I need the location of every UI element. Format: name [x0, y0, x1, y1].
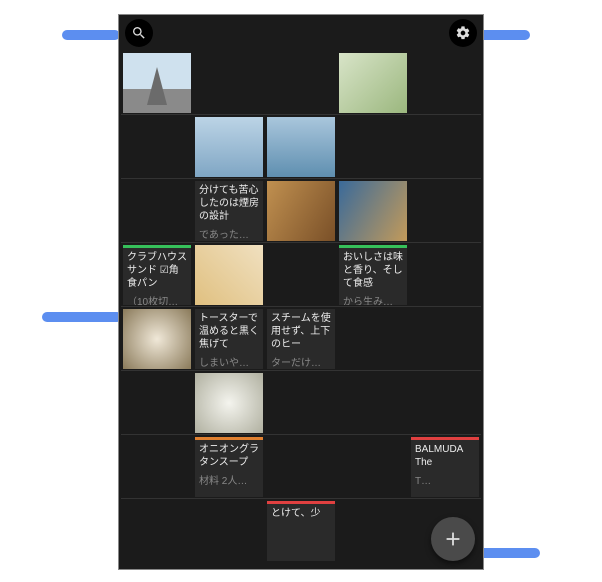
card-text-more: （10枚切… [123, 293, 191, 305]
text-card[interactable]: オニオングラタンスープ材料 2人… [195, 437, 263, 497]
image-card[interactable] [339, 181, 407, 241]
text-card[interactable]: スチームを使用せず、上下のヒーターだけ… [267, 309, 335, 369]
thumbnail-cathedral [123, 53, 191, 113]
image-card[interactable] [267, 181, 335, 241]
image-card[interactable] [195, 245, 263, 305]
thumbnail-market [339, 181, 407, 241]
plus-icon [442, 528, 464, 550]
card-text: BALMUDA The [411, 440, 479, 472]
thumbnail-pastry [123, 309, 191, 369]
text-card[interactable]: とけて、少 [267, 501, 335, 561]
card-text-more: 材料 2人… [195, 472, 263, 491]
thumbnail-arch2 [267, 117, 335, 177]
image-card[interactable] [123, 53, 191, 113]
text-card[interactable]: トースターで温めると黒く焦げてしまいや… [195, 309, 263, 369]
top-bar [119, 15, 483, 51]
image-card[interactable] [339, 53, 407, 113]
text-card[interactable]: おいしさは味と香り、そして食感から生み… [339, 245, 407, 305]
card-text: おいしさは味と香り、そして食感 [339, 248, 407, 293]
image-card[interactable] [195, 373, 263, 433]
search-button[interactable] [125, 19, 153, 47]
grid-row: とけて、少 [121, 499, 481, 563]
search-icon [131, 25, 147, 41]
thumbnail-garlic [195, 373, 263, 433]
grid-row: クラブハウスサンド ☑角食パン（10枚切… おいしさは味と香り、そして食感から生み… [121, 243, 481, 307]
card-text: クラブハウスサンド ☑角食パン [123, 248, 191, 293]
annotation-pointer-search [62, 30, 120, 40]
thumbnail-arch1 [195, 117, 263, 177]
grid-row: オニオングラタンスープ材料 2人… BALMUDA TheT… [121, 435, 481, 499]
app-frame: 分けても苦心したのは煙房の設計であった…クラブハウスサンド ☑角食パン（10枚切… [118, 14, 484, 570]
note-grid[interactable]: 分けても苦心したのは煙房の設計であった…クラブハウスサンド ☑角食パン（10枚切… [119, 51, 483, 569]
grid-row: トースターで温めると黒く焦げてしまいや…スチームを使用せず、上下のヒーターだけ… [121, 307, 481, 371]
image-card[interactable] [267, 117, 335, 177]
image-card[interactable] [195, 117, 263, 177]
card-text-more: しまいや… [195, 354, 263, 369]
grid-row [121, 51, 481, 115]
thumbnail-ham [267, 181, 335, 241]
card-text: とけて、少 [267, 504, 335, 523]
card-text-more: から生み… [339, 293, 407, 305]
grid-row: 分けても苦心したのは煙房の設計であった… [121, 179, 481, 243]
annotation-pointer-card [42, 312, 122, 322]
gear-icon [455, 25, 471, 41]
card-text-more: であった… [195, 226, 263, 241]
card-text-more: ターだけ… [267, 354, 335, 369]
grid-row [121, 371, 481, 435]
grid-row [121, 115, 481, 179]
add-button[interactable] [431, 517, 475, 561]
card-text-more: T… [411, 472, 479, 491]
thumbnail-sand [195, 245, 263, 305]
thumbnail-people [339, 53, 407, 113]
card-text: トースターで温めると黒く焦げて [195, 309, 263, 354]
text-card[interactable]: クラブハウスサンド ☑角食パン（10枚切… [123, 245, 191, 305]
card-text: スチームを使用せず、上下のヒー [267, 309, 335, 354]
text-card[interactable]: BALMUDA TheT… [411, 437, 479, 497]
text-card[interactable]: 分けても苦心したのは煙房の設計であった… [195, 181, 263, 241]
card-text: 分けても苦心したのは煙房の設計 [195, 181, 263, 226]
settings-button[interactable] [449, 19, 477, 47]
card-text: オニオングラタンスープ [195, 440, 263, 472]
image-card[interactable] [123, 309, 191, 369]
